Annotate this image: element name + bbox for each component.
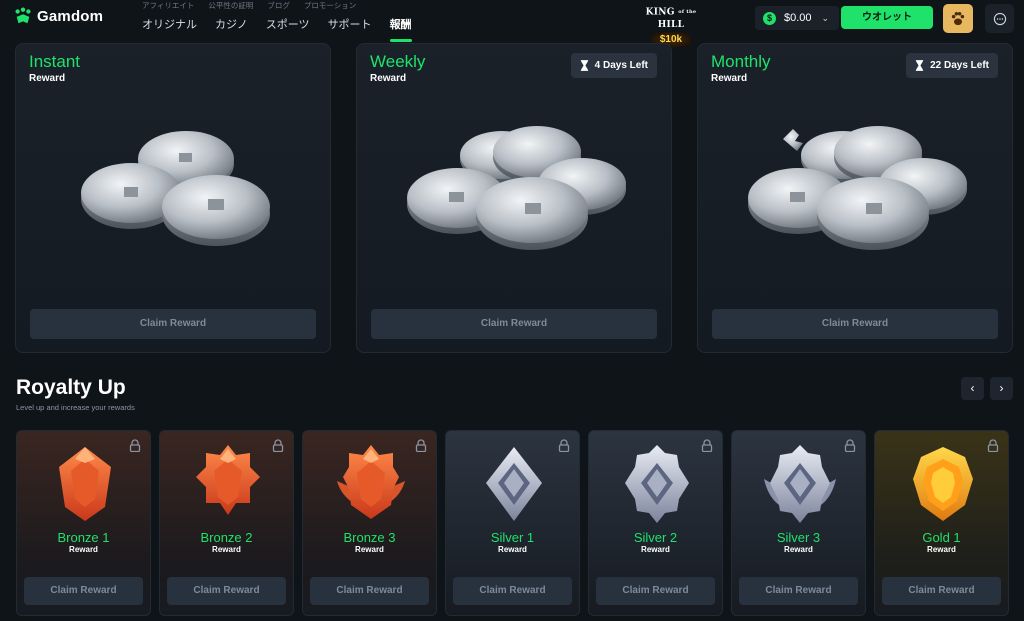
coins-illustration bbox=[407, 126, 626, 250]
tier-card-silver-2: Silver 2 Reward Claim Reward bbox=[588, 430, 723, 616]
time-left-badge: 4 Days Left bbox=[570, 53, 657, 78]
nav-sports[interactable]: スポーツ bbox=[266, 16, 310, 42]
brand-logo[interactable]: Gamdom bbox=[14, 7, 103, 25]
card-subtitle: Reward bbox=[370, 73, 407, 84]
claim-reward-button[interactable]: Claim Reward bbox=[371, 309, 657, 339]
coins-illustration bbox=[81, 131, 270, 246]
claim-reward-button[interactable]: Claim Reward bbox=[739, 577, 858, 605]
claim-reward-button[interactable]: Claim Reward bbox=[596, 577, 715, 605]
tier-subtitle: Reward bbox=[641, 545, 670, 554]
tier-subtitle: Reward bbox=[927, 545, 956, 554]
tier-name: Silver 1 bbox=[490, 530, 535, 545]
coins-illustration bbox=[748, 126, 967, 250]
section-title: Royalty Up bbox=[16, 376, 126, 399]
claim-reward-button[interactable]: Claim Reward bbox=[310, 577, 429, 605]
weekly-reward-card: Weekly Reward 4 Days Left Claim Reward bbox=[356, 43, 672, 353]
tier-subtitle: Reward bbox=[498, 545, 527, 554]
tier-card-bronze-1: Bronze 1 Reward Claim Reward bbox=[16, 430, 151, 616]
silver-badge-icon bbox=[764, 445, 836, 523]
card-subtitle: Reward bbox=[29, 73, 66, 84]
tier-subtitle: Reward bbox=[355, 545, 384, 554]
tier-name: Silver 2 bbox=[633, 530, 678, 545]
claim-reward-button[interactable]: Claim Reward bbox=[712, 309, 998, 339]
claim-reward-button[interactable]: Claim Reward bbox=[24, 577, 143, 605]
nav-support[interactable]: サポート bbox=[328, 16, 372, 42]
tier-name: Silver 3 bbox=[776, 530, 821, 545]
subnav-provably-fair[interactable]: 公平性の証明 bbox=[208, 0, 253, 11]
chat-icon bbox=[993, 12, 1006, 25]
tier-name: Bronze 3 bbox=[343, 530, 396, 545]
king-of-the-hill-promo[interactable]: KING of the HILL $10k bbox=[638, 6, 704, 47]
hourglass-icon bbox=[915, 60, 924, 71]
main-nav: オリジナル カジノ スポーツ サポート 報酬 bbox=[142, 16, 412, 42]
tier-name: Gold 1 bbox=[922, 530, 961, 545]
lock-icon bbox=[558, 439, 570, 452]
dollar-icon: $ bbox=[763, 11, 776, 25]
balance-selector[interactable]: $ $0.00 ⌄ bbox=[755, 6, 839, 30]
promo-title-mid: of the bbox=[678, 9, 697, 15]
hourglass-icon bbox=[580, 60, 588, 71]
claim-reward-button[interactable]: Claim Reward bbox=[167, 577, 286, 605]
subnav-affiliate[interactable]: アフィリエイト bbox=[142, 0, 194, 11]
paw-logo-icon bbox=[15, 7, 31, 24]
chat-button[interactable] bbox=[985, 4, 1014, 33]
wallet-button[interactable]: ウオレット bbox=[841, 6, 933, 29]
promo-title: KING of the HILL bbox=[638, 6, 704, 31]
time-left-badge: 22 Days Left bbox=[906, 53, 998, 78]
promo-title-right: HILL bbox=[657, 19, 685, 30]
card-title: Instant bbox=[29, 52, 81, 71]
monthly-reward-card: Monthly Reward 22 Days Left Claim Reward bbox=[697, 43, 1013, 353]
lock-icon bbox=[701, 439, 713, 452]
time-left-text: 4 Days Left bbox=[594, 60, 648, 71]
nav-originals[interactable]: オリジナル bbox=[142, 16, 197, 42]
carousel-next-button[interactable]: › bbox=[990, 377, 1013, 400]
card-title: Monthly bbox=[711, 52, 771, 71]
tier-subtitle: Reward bbox=[212, 545, 241, 554]
chevron-down-icon: ⌄ bbox=[821, 12, 830, 23]
lock-icon bbox=[272, 439, 284, 452]
lock-icon bbox=[844, 439, 856, 452]
gold-badge-icon bbox=[913, 447, 973, 521]
card-subtitle: Reward bbox=[711, 73, 748, 84]
tier-subtitle: Reward bbox=[69, 545, 98, 554]
claim-reward-button[interactable]: Claim Reward bbox=[882, 577, 1001, 605]
tier-card-gold-1: Gold 1 Reward Claim Reward bbox=[874, 430, 1009, 616]
nav-casino[interactable]: カジノ bbox=[215, 16, 248, 42]
silver-badge-icon bbox=[625, 445, 689, 523]
bronze-badge-icon bbox=[59, 447, 111, 521]
tier-name: Bronze 1 bbox=[57, 530, 110, 545]
tier-card-silver-3: Silver 3 Reward Claim Reward bbox=[731, 430, 866, 616]
tier-card-silver-1: Silver 1 Reward Claim Reward bbox=[445, 430, 580, 616]
top-header: Gamdom アフィリエイト 公平性の証明 ブログ プロモーション オリジナル … bbox=[0, 0, 1024, 47]
subnav-blog[interactable]: ブログ bbox=[267, 0, 290, 11]
tier-subtitle: Reward bbox=[784, 545, 813, 554]
lock-icon bbox=[987, 439, 999, 452]
silver-badge-icon bbox=[486, 447, 542, 521]
lock-icon bbox=[129, 439, 141, 452]
claim-reward-button[interactable]: Claim Reward bbox=[30, 309, 316, 339]
tier-name: Bronze 2 bbox=[200, 530, 253, 545]
lock-icon bbox=[415, 439, 427, 452]
tier-card-bronze-2: Bronze 2 Reward Claim Reward bbox=[159, 430, 294, 616]
bronze-badge-icon bbox=[337, 445, 405, 519]
carousel-prev-button[interactable]: ‹ bbox=[961, 377, 984, 400]
instant-reward-card: Instant Reward Claim Reward bbox=[15, 43, 331, 353]
bronze-badge-icon bbox=[196, 445, 260, 515]
nav-rewards[interactable]: 報酬 bbox=[389, 16, 412, 42]
time-left-text: 22 Days Left bbox=[930, 60, 989, 71]
promo-title-left: KING bbox=[645, 7, 675, 18]
brand-name: Gamdom bbox=[37, 7, 104, 25]
claim-reward-button[interactable]: Claim Reward bbox=[453, 577, 572, 605]
tier-card-bronze-3: Bronze 3 Reward Claim Reward bbox=[302, 430, 437, 616]
card-title: Weekly bbox=[370, 52, 426, 71]
paw-icon bbox=[951, 11, 965, 25]
section-subtitle: Level up and increase your rewards bbox=[16, 403, 135, 412]
paw-button[interactable] bbox=[943, 4, 973, 33]
secondary-nav: アフィリエイト 公平性の証明 ブログ プロモーション bbox=[142, 0, 356, 11]
subnav-promotions[interactable]: プロモーション bbox=[304, 0, 356, 11]
balance-amount: $0.00 bbox=[784, 12, 812, 24]
